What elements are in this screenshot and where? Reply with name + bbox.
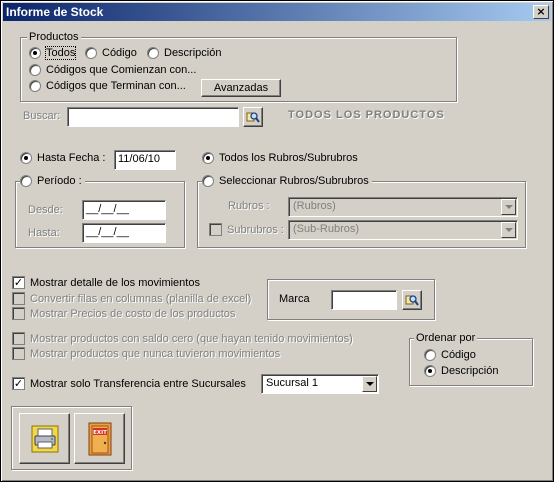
mostrar-detalle-label: Mostrar detalle de los movimientos: [30, 276, 200, 289]
radio-descripcion-indicator[interactable]: [147, 47, 159, 59]
mostrar-detalle-check-indicator[interactable]: ✓: [12, 276, 25, 289]
hasta-label: Hasta:: [28, 227, 60, 239]
desde-label: Desde:: [28, 204, 63, 216]
radio-ordenar-codigo-indicator[interactable]: [424, 349, 436, 361]
transferencia-checkbox[interactable]: ✓ Mostrar solo Transferencia entre Sucur…: [12, 377, 246, 390]
radio-todos[interactable]: Todos: [29, 46, 77, 60]
transferencia-label: Mostrar solo Transferencia entre Sucursa…: [30, 377, 246, 390]
subrubros-select[interactable]: (Sub-Rubros): [288, 220, 518, 240]
todos-productos-banner: TODOS LOS PRODUCTOS: [288, 109, 445, 121]
productos-legend: Productos: [27, 31, 81, 44]
chevron-down-icon[interactable]: [501, 199, 516, 215]
radio-todos-rubros[interactable]: Todos los Rubros/Subrubros: [202, 152, 358, 164]
radio-comienzan-label: Códigos que Comienzan con...: [46, 64, 197, 76]
radio-descripcion[interactable]: Descripción: [147, 47, 221, 59]
sucursal-select-value: Sucursal 1: [266, 377, 318, 389]
chevron-down-icon[interactable]: [501, 222, 516, 238]
radio-comienzan-indicator[interactable]: [29, 64, 41, 76]
convertir-filas-label: Convertir filas en columnas (planilla de…: [30, 292, 252, 305]
radio-ordenar-codigo-label: Código: [441, 349, 476, 361]
nunca-movimientos-checkbox[interactable]: Mostrar productos que nunca tuvieron mov…: [12, 347, 280, 360]
subrubros-label: Subrubros :: [227, 223, 284, 236]
mostrar-precios-checkbox[interactable]: Mostrar Precios de costo de los producto…: [12, 307, 235, 320]
saldo-cero-label: Mostrar productos con saldo cero (que ha…: [30, 332, 353, 345]
printer-icon: [31, 425, 58, 452]
radio-codigo-label: Código: [102, 47, 137, 59]
mostrar-precios-check-indicator[interactable]: [12, 307, 25, 320]
exit-door-icon: EXIT: [88, 422, 111, 455]
radio-ordenar-descripcion-indicator[interactable]: [424, 365, 436, 377]
chevron-down-icon[interactable]: [362, 376, 377, 392]
rubros-label: Rubros :: [228, 200, 270, 212]
radio-terminan-indicator[interactable]: [29, 80, 41, 92]
title-bar: Informe de Stock ×: [3, 3, 551, 21]
radio-todos-rubros-indicator[interactable]: [202, 152, 214, 164]
mostrar-detalle-checkbox[interactable]: ✓ Mostrar detalle de los movimientos: [12, 276, 200, 289]
window-title: Informe de Stock: [6, 5, 104, 19]
radio-codigo[interactable]: Código: [85, 47, 137, 59]
print-button[interactable]: [19, 413, 70, 464]
convertir-filas-checkbox[interactable]: Convertir filas en columnas (planilla de…: [12, 292, 251, 305]
buscar-label: Buscar:: [23, 110, 61, 122]
transferencia-check-indicator[interactable]: ✓: [12, 377, 25, 390]
radio-seleccionar-rubros[interactable]: Seleccionar Rubros/Subrubros: [202, 175, 372, 187]
radio-todos-rubros-label: Todos los Rubros/Subrubros: [219, 152, 358, 164]
rubros-select-value: (Rubros): [293, 200, 336, 212]
convertir-filas-check-indicator[interactable]: [12, 292, 25, 305]
mostrar-precios-label: Mostrar Precios de costo de los producto…: [30, 307, 236, 320]
saldo-cero-check-indicator[interactable]: [12, 332, 25, 345]
ordenar-group: Ordenar por: [409, 332, 533, 386]
radio-codigo-indicator[interactable]: [85, 47, 97, 59]
avanzadas-button[interactable]: Avanzadas: [201, 79, 281, 97]
informe-stock-window: Informe de Stock × Productos Todos Códig…: [0, 0, 554, 482]
sucursal-select[interactable]: Sucursal 1: [261, 374, 379, 394]
nunca-movimientos-label: Mostrar productos que nunca tuvieron mov…: [30, 347, 281, 360]
radio-todos-indicator[interactable]: [29, 47, 41, 59]
subrubros-check-indicator[interactable]: [209, 223, 222, 236]
close-button[interactable]: ×: [533, 5, 549, 19]
radio-ordenar-descripcion[interactable]: Descripción: [424, 365, 498, 377]
exit-sign-text: EXIT: [93, 430, 107, 436]
subrubros-checkbox[interactable]: Subrubros :: [209, 223, 284, 236]
buscar-button[interactable]: [243, 107, 263, 127]
nunca-movimientos-check-indicator[interactable]: [12, 347, 25, 360]
marca-label: Marca: [279, 293, 310, 305]
radio-periodo-indicator[interactable]: [20, 175, 32, 187]
ordenar-legend: Ordenar por: [414, 332, 478, 345]
radio-periodo-label: Período :: [37, 175, 82, 187]
radio-ordenar-codigo[interactable]: Código: [424, 349, 476, 361]
radio-terminan[interactable]: Códigos que Terminan con...: [29, 80, 186, 92]
search-icon: [246, 112, 260, 123]
saldo-cero-checkbox[interactable]: Mostrar productos con saldo cero (que ha…: [12, 332, 353, 345]
radio-todos-label: Todos: [44, 46, 77, 60]
search-icon: [405, 295, 419, 306]
hasta-fecha-input[interactable]: 11/06/10: [114, 150, 176, 170]
radio-seleccionar-rubros-label: Seleccionar Rubros/Subrubros: [219, 175, 369, 187]
rubros-select[interactable]: (Rubros): [288, 197, 518, 217]
radio-descripcion-label: Descripción: [164, 47, 222, 59]
radio-periodo[interactable]: Período :: [20, 175, 85, 187]
radio-hasta-fecha-label: Hasta Fecha :: [37, 152, 106, 164]
radio-comienzan[interactable]: Códigos que Comienzan con...: [29, 64, 196, 76]
radio-terminan-label: Códigos que Terminan con...: [46, 80, 186, 92]
radio-seleccionar-rubros-indicator[interactable]: [202, 175, 214, 187]
hasta-input[interactable]: __/__/__: [82, 223, 166, 243]
marca-search-button[interactable]: [402, 290, 422, 310]
buscar-input[interactable]: [67, 107, 239, 127]
radio-ordenar-descripcion-label: Descripción: [441, 365, 499, 377]
marca-input[interactable]: [331, 290, 397, 310]
subrubros-select-value: (Sub-Rubros): [293, 223, 360, 235]
radio-hasta-fecha-indicator[interactable]: [20, 152, 32, 164]
exit-button[interactable]: EXIT: [74, 413, 125, 464]
desde-input[interactable]: __/__/__: [82, 200, 166, 220]
radio-hasta-fecha[interactable]: Hasta Fecha :: [20, 152, 105, 164]
